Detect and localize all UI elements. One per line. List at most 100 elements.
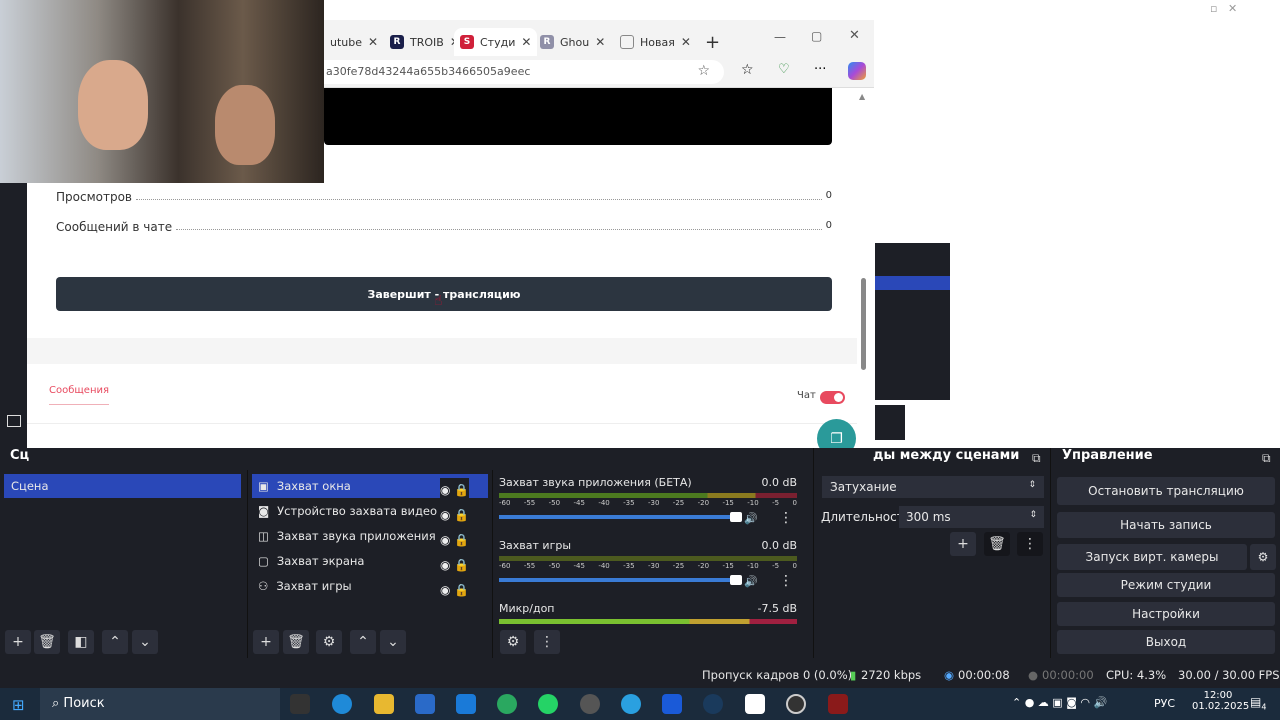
page-icon — [620, 35, 634, 49]
transition-select[interactable]: Затухание ⇕ — [822, 476, 1044, 498]
minimize-icon[interactable]: — — [774, 30, 786, 44]
transition-menu-button[interactable]: ⋮ — [1017, 532, 1043, 556]
explorer-icon[interactable] — [374, 694, 394, 714]
address-bar[interactable]: a30fe78d43244a655b3466505a9eec ☆ — [324, 60, 724, 84]
end-stream-button[interactable]: Завершит - трансляцию — [56, 277, 832, 311]
source-down-button[interactable]: ⌄ — [380, 630, 406, 654]
tray-icons[interactable]: ⌃ ● ☁ ▣ ◙ ◠ 🔊 — [1012, 696, 1107, 709]
app-icon[interactable] — [828, 694, 848, 714]
obs-icon[interactable] — [786, 694, 806, 714]
language-indicator[interactable]: РУС — [1154, 697, 1175, 710]
undock-icon[interactable]: ⧉ — [1262, 451, 1271, 466]
maximize-icon[interactable]: ▢ — [811, 29, 822, 43]
telegram-icon[interactable] — [621, 694, 641, 714]
task-view-icon[interactable] — [290, 694, 310, 714]
move-up-button[interactable]: ⌃ — [102, 630, 128, 654]
scenes-header: Сц — [10, 448, 30, 463]
close-icon[interactable]: ✕ — [681, 35, 691, 49]
visibility-icons[interactable]: ◉ 🔒 ◉ 🔒 ◉ 🔒 ◉ 🔒 ◉ 🔒 — [440, 478, 470, 603]
undock-icon[interactable]: ⧉ — [1032, 451, 1041, 466]
virtual-camera-settings-icon[interactable]: ⚙ — [1250, 544, 1276, 570]
edge-icon[interactable] — [332, 694, 352, 714]
volume-slider[interactable] — [499, 575, 742, 585]
whatsapp-icon[interactable] — [538, 694, 558, 714]
close-window-icon[interactable]: ✕ — [849, 28, 860, 43]
window-icon: ▣ — [258, 479, 269, 493]
delete-scene-button[interactable]: 🗑 — [34, 630, 60, 654]
add-scene-button[interactable]: + — [5, 630, 31, 654]
mail-icon[interactable] — [456, 694, 476, 714]
duration-input[interactable]: 300 ms ⇕ — [899, 506, 1044, 528]
tab-studio[interactable]: S Студи ✕ — [454, 28, 538, 56]
star-icon[interactable]: ☆ — [697, 63, 710, 79]
close-icon[interactable]: ✕ — [521, 35, 531, 49]
audio-icon: ◫ — [258, 529, 269, 543]
stop-stream-button[interactable]: Остановить трансляцию — [1057, 477, 1275, 505]
close-icon[interactable]: ✕ — [595, 35, 605, 49]
store-icon[interactable] — [415, 694, 435, 714]
tab-messages[interactable]: Сообщения — [49, 385, 110, 405]
divider — [27, 423, 857, 424]
tab-new[interactable]: Новая ✕ — [614, 28, 697, 56]
steam-icon[interactable] — [703, 694, 723, 714]
studio-mode-button[interactable]: Режим студии — [1057, 573, 1275, 597]
windows-start-icon[interactable]: ⊞ — [12, 696, 25, 714]
transitions-header: ды между сценами — [873, 448, 1020, 463]
duration-label: Длительность — [821, 510, 911, 524]
add-source-button[interactable]: + — [253, 630, 279, 654]
volume-meter — [499, 619, 797, 624]
obs-mini-spinner — [875, 405, 905, 440]
signal-icon: ▮ — [850, 668, 857, 682]
source-up-button[interactable]: ⌃ — [350, 630, 376, 654]
favorites-icon[interactable]: ☆ — [741, 62, 754, 78]
clock[interactable]: 12:00 01.02.2025 — [1192, 690, 1249, 712]
favicon-icon: S — [460, 35, 474, 49]
settings-icon[interactable] — [580, 694, 600, 714]
browser-essentials-icon[interactable]: ♡ — [778, 62, 790, 77]
search-icon: ⌕ — [52, 696, 64, 711]
move-down-button[interactable]: ⌄ — [132, 630, 158, 654]
more-icon[interactable]: ··· — [814, 62, 826, 77]
chat-toggle[interactable] — [820, 391, 845, 404]
xbox-icon[interactable] — [662, 694, 682, 714]
video-player[interactable] — [324, 88, 832, 145]
page-scrollbar[interactable] — [861, 278, 866, 370]
scene-item[interactable]: Сцена — [4, 474, 241, 498]
cpu-usage: CPU: 4.3% — [1106, 668, 1167, 682]
chat-label: Чат — [797, 390, 816, 401]
virtual-camera-button[interactable]: Запуск вирт. камеры — [1057, 544, 1247, 570]
speaker-icon[interactable]: 🔊 — [744, 575, 758, 588]
bitrate: 2720 kbps — [861, 668, 922, 682]
settings-button[interactable]: Настройки — [1057, 602, 1275, 626]
volume-meter — [499, 493, 797, 498]
capcut-icon[interactable] — [745, 694, 765, 714]
app-icon[interactable] — [497, 694, 517, 714]
notification-icon[interactable]: ▤4 — [1250, 695, 1266, 711]
exit-button[interactable]: Выход — [1057, 630, 1275, 654]
delete-transition-button[interactable]: 🗑 — [984, 532, 1010, 556]
delete-source-button[interactable]: 🗑 — [283, 630, 309, 654]
source-settings-button[interactable]: ⚙ — [316, 630, 342, 654]
tab-youtube[interactable]: utube ✕ — [324, 28, 384, 56]
volume-slider[interactable] — [499, 512, 742, 522]
gamepad-icon: ⚇ — [258, 579, 269, 593]
menu-dots-icon[interactable]: ⋮ — [779, 510, 793, 526]
new-tab-button[interactable]: + — [699, 28, 726, 56]
mixer-settings-button[interactable]: ⚙ — [500, 630, 526, 654]
mixer-menu-button[interactable]: ⋮ — [534, 630, 560, 654]
scene-filters-button[interactable]: ◧ — [68, 630, 94, 654]
close-icon[interactable]: ✕ — [368, 35, 378, 49]
start-recording-button[interactable]: Начать запись — [1057, 512, 1275, 538]
window-icon — [7, 415, 21, 427]
scroll-up-icon[interactable]: ▲ — [859, 92, 865, 101]
taskbar: ⊞ ⌕ Поиск ⌃ ● ☁ ▣ ◙ ◠ 🔊 РУС 12:00 01.02.2… — [0, 688, 1280, 720]
tab-ghou[interactable]: R Ghou ✕ — [534, 28, 611, 56]
stat-views: Просмотров 0 — [56, 190, 832, 204]
speaker-icon[interactable]: 🔊 — [744, 512, 758, 525]
copilot-icon[interactable] — [848, 62, 866, 80]
search-box[interactable]: ⌕ Поиск — [40, 688, 280, 720]
add-transition-button[interactable]: + — [950, 532, 976, 556]
menu-dots-icon[interactable]: ⋮ — [779, 573, 793, 589]
window-controls[interactable]: ▫ ✕ — [1210, 2, 1237, 15]
record-indicator-icon: ● — [1028, 668, 1039, 682]
